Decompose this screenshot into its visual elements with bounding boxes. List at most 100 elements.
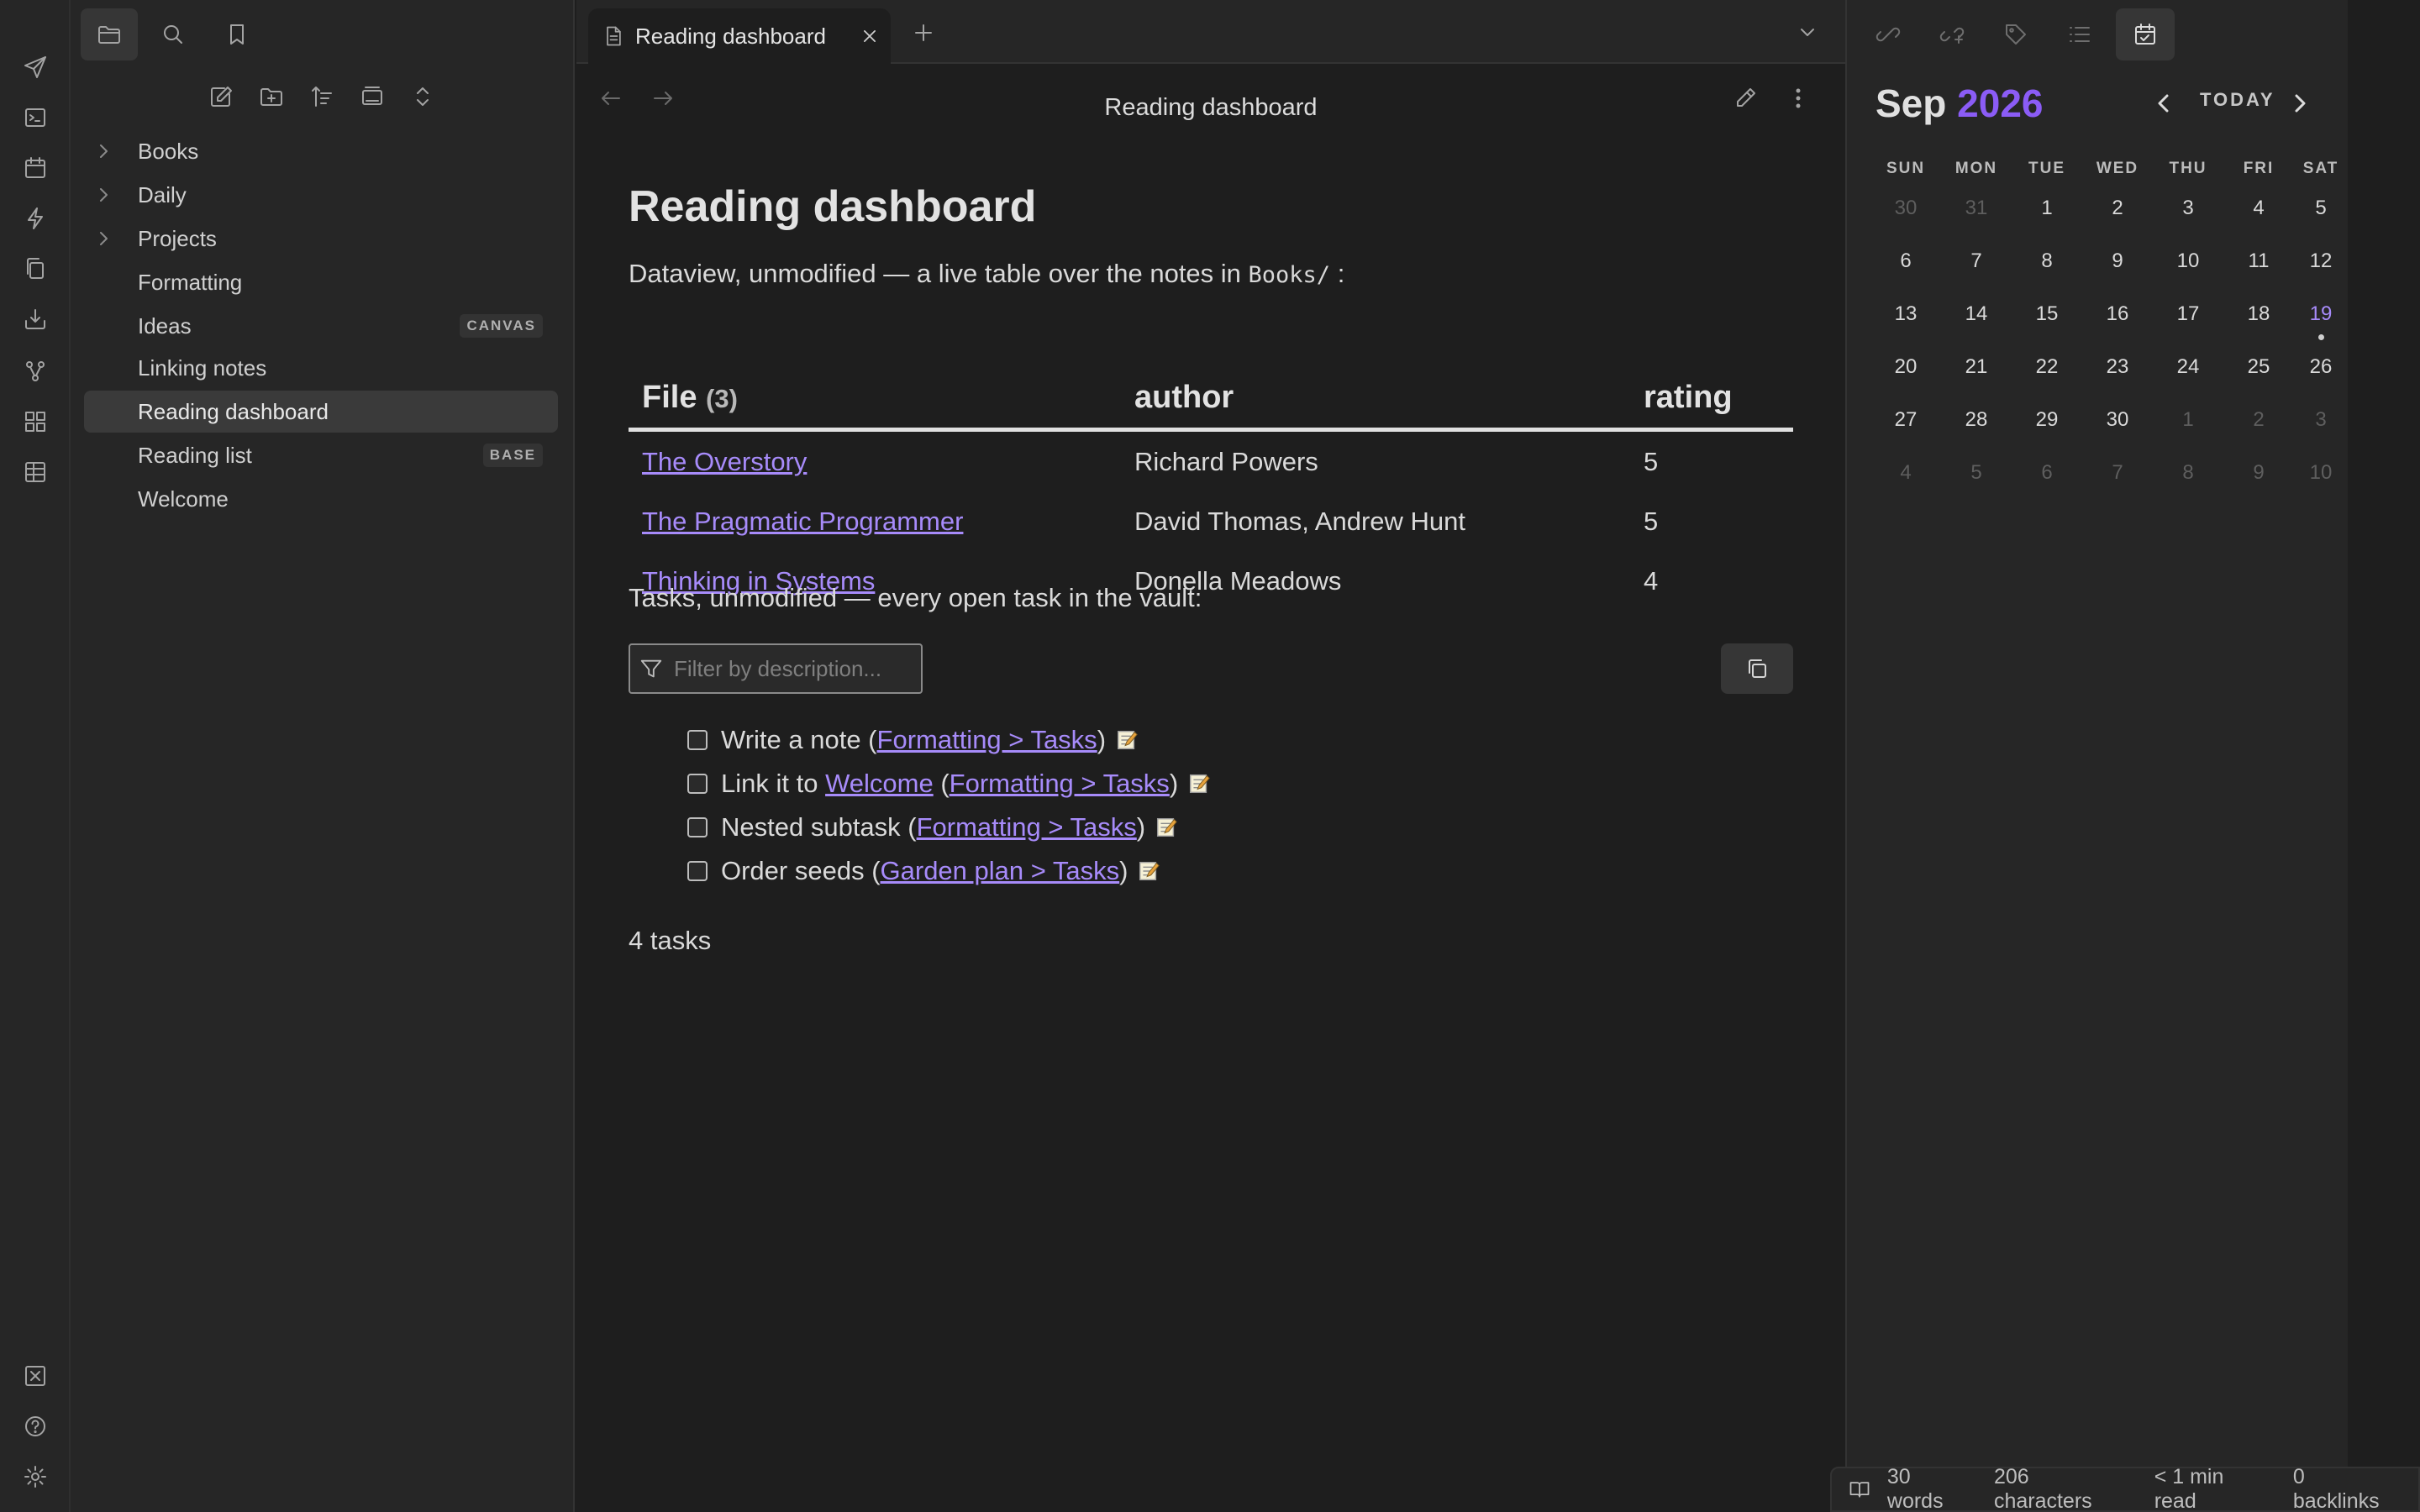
- tree-file-formatting[interactable]: Formatting: [84, 261, 558, 303]
- calendar-day[interactable]: 8: [2013, 249, 2081, 273]
- memo-icon[interactable]: [1154, 815, 1179, 840]
- search-icon[interactable]: [145, 8, 202, 60]
- column-header-file[interactable]: File (3): [629, 380, 1121, 432]
- tree-file-ideas[interactable]: Ideas CANVAS: [84, 305, 558, 347]
- calendar-day[interactable]: 25: [2225, 355, 2292, 379]
- task-link[interactable]: Garden plan > Tasks: [881, 856, 1120, 885]
- memo-icon[interactable]: [1114, 727, 1139, 753]
- task-checkbox[interactable]: [687, 774, 708, 794]
- calendar-day[interactable]: 14: [1943, 302, 2010, 326]
- task-checkbox[interactable]: [687, 730, 708, 750]
- calendar-day[interactable]: 1: [2013, 197, 2081, 220]
- chevron-right-icon[interactable]: [84, 130, 123, 172]
- tree-file-linking-notes[interactable]: Linking notes: [84, 347, 558, 389]
- calendar-day[interactable]: 24: [2154, 355, 2222, 379]
- new-folder-icon[interactable]: [249, 74, 294, 119]
- calendar-day[interactable]: 11: [2225, 249, 2292, 273]
- tree-file-reading-dashboard[interactable]: Reading dashboard: [84, 391, 558, 433]
- calendar-day[interactable]: 7: [1943, 249, 2010, 273]
- memo-icon[interactable]: [1186, 771, 1212, 796]
- copy-files-icon[interactable]: [15, 249, 55, 289]
- bookmark-icon[interactable]: [208, 8, 266, 60]
- task-link[interactable]: Formatting > Tasks: [950, 769, 1170, 798]
- calendar-day[interactable]: 26: [2287, 355, 2354, 379]
- settings-icon[interactable]: [15, 1457, 55, 1497]
- chevron-left-icon[interactable]: [2146, 84, 2181, 123]
- calendar-day[interactable]: 18: [2225, 302, 2292, 326]
- task-checkbox[interactable]: [687, 817, 708, 837]
- file-link[interactable]: The Pragmatic Programmer: [642, 507, 963, 536]
- calendar-day[interactable]: 3: [2287, 408, 2354, 432]
- graph-icon[interactable]: [15, 351, 55, 391]
- tree-file-reading-list[interactable]: Reading list BASE: [84, 434, 558, 476]
- new-tab-icon[interactable]: [904, 13, 943, 52]
- calendar-day[interactable]: 12: [2287, 249, 2354, 273]
- outgoing-links-icon[interactable]: [1923, 8, 1981, 60]
- lightning-icon[interactable]: [15, 198, 55, 239]
- calendar-day[interactable]: 30: [1872, 197, 1939, 220]
- view-header-title[interactable]: Reading dashboard: [576, 94, 1845, 122]
- new-note-icon[interactable]: [198, 74, 244, 119]
- table-icon[interactable]: [15, 452, 55, 492]
- task-link[interactable]: Formatting > Tasks: [877, 725, 1097, 754]
- calendar-day[interactable]: 16: [2084, 302, 2151, 326]
- tags-icon[interactable]: [1986, 8, 2045, 60]
- calendar-day[interactable]: 13: [1872, 302, 1939, 326]
- send-icon[interactable]: [15, 47, 55, 87]
- close-box-icon[interactable]: [15, 1356, 55, 1396]
- chevron-right-icon[interactable]: [84, 218, 123, 260]
- column-header-rating[interactable]: rating: [1630, 380, 1793, 432]
- terminal-icon[interactable]: [15, 97, 55, 138]
- calendar-day[interactable]: 8: [2154, 461, 2222, 485]
- backlinks-count[interactable]: 0 backlinks: [2293, 1465, 2396, 1512]
- calendar-day[interactable]: 4: [1872, 461, 1939, 485]
- calendar-day[interactable]: 27: [1872, 408, 1939, 432]
- memo-icon[interactable]: [1136, 858, 1161, 884]
- calendar-day[interactable]: 21: [1943, 355, 2010, 379]
- tree-folder-projects[interactable]: Projects: [84, 218, 558, 260]
- today-button[interactable]: TODAY: [2200, 89, 2275, 111]
- task-checkbox[interactable]: [687, 861, 708, 881]
- book-open-icon[interactable]: [1847, 1477, 1872, 1502]
- calendar-day[interactable]: 10: [2287, 461, 2354, 485]
- tree-folder-books[interactable]: Books: [84, 130, 558, 172]
- calendar-day[interactable]: 6: [2013, 461, 2081, 485]
- column-header-author[interactable]: author: [1121, 380, 1630, 432]
- tab-reading-dashboard[interactable]: Reading dashboard: [588, 8, 891, 64]
- calendar-day[interactable]: 29: [2013, 408, 2081, 432]
- file-link[interactable]: The Overstory: [642, 447, 807, 476]
- import-icon[interactable]: [15, 299, 55, 339]
- calendar-check-icon[interactable]: [2116, 8, 2175, 60]
- outline-icon[interactable]: [2050, 8, 2109, 60]
- tree-folder-daily[interactable]: Daily: [84, 174, 558, 216]
- edit-pencil-icon[interactable]: [1726, 79, 1765, 118]
- calendar-icon[interactable]: [15, 148, 55, 188]
- calendar-day[interactable]: 17: [2154, 302, 2222, 326]
- calendar-day[interactable]: 20: [1872, 355, 1939, 379]
- calendar-day[interactable]: 22: [2013, 355, 2081, 379]
- calendar-day[interactable]: 9: [2225, 461, 2292, 485]
- calendar-day[interactable]: 9: [2084, 249, 2151, 273]
- calendar-day[interactable]: 28: [1943, 408, 2010, 432]
- expand-collapse-icon[interactable]: [400, 74, 445, 119]
- chevron-right-icon[interactable]: [84, 174, 123, 216]
- filter-input[interactable]: Filter by description...: [629, 643, 923, 694]
- calendar-day[interactable]: 10: [2154, 249, 2222, 273]
- chevron-down-icon[interactable]: [1788, 13, 1827, 52]
- folder-icon[interactable]: [81, 8, 138, 60]
- calendar-day[interactable]: 23: [2084, 355, 2151, 379]
- calendar-day[interactable]: 6: [1872, 249, 1939, 273]
- calendar-day[interactable]: 2: [2225, 408, 2292, 432]
- collapse-icon[interactable]: [350, 74, 395, 119]
- calendar-day[interactable]: 3: [2154, 197, 2222, 220]
- calendar-day[interactable]: 30: [2084, 408, 2151, 432]
- chevron-right-icon[interactable]: [2282, 84, 2317, 123]
- tree-file-welcome[interactable]: Welcome: [84, 478, 558, 520]
- help-icon[interactable]: [15, 1406, 55, 1446]
- calendar-day[interactable]: 5: [1943, 461, 2010, 485]
- calendar-day[interactable]: 31: [1943, 197, 2010, 220]
- task-link[interactable]: Formatting > Tasks: [917, 812, 1137, 842]
- calendar-day[interactable]: 19: [2287, 302, 2354, 326]
- more-options-icon[interactable]: [1781, 79, 1815, 118]
- sort-icon[interactable]: [299, 74, 345, 119]
